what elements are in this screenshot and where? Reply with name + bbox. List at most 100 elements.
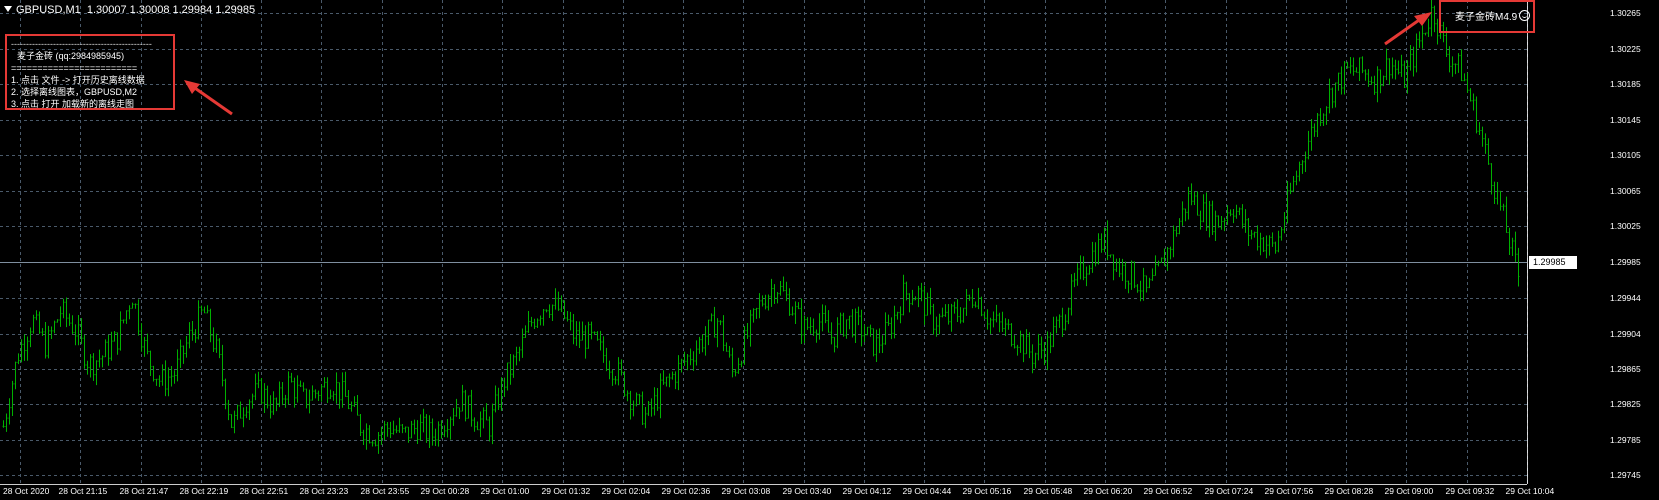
- price-bar: [1181, 201, 1184, 226]
- price-bar: [422, 408, 425, 433]
- price-bar: [458, 407, 461, 420]
- price-bar: [350, 401, 353, 412]
- price-bar: [503, 377, 506, 397]
- price-bar: [1355, 67, 1358, 73]
- price-bar: [1304, 151, 1307, 173]
- price-bar: [1478, 122, 1481, 135]
- price-bar: [722, 315, 725, 352]
- price-bar: [314, 389, 317, 399]
- price-bar: [1337, 72, 1340, 91]
- info-step: 3. 点击 打开 加载新的离线走图: [11, 99, 135, 109]
- price-bar: [1133, 261, 1136, 289]
- price-bar: [800, 298, 803, 345]
- price-bar: [902, 274, 905, 316]
- price-bar: [707, 319, 710, 346]
- price-bar: [950, 303, 953, 332]
- price-bar: [221, 344, 224, 387]
- price-bar: [983, 311, 986, 319]
- price-bar: [1454, 63, 1457, 75]
- price-bar: [761, 295, 764, 307]
- price-bar: [47, 325, 50, 359]
- price-bar: [1097, 233, 1100, 265]
- price-bar: [1055, 316, 1058, 334]
- price-bar: [1310, 119, 1313, 151]
- price-bar: [1487, 138, 1490, 165]
- price-bar: [1493, 181, 1496, 204]
- price-bar: [824, 305, 827, 324]
- price-bar: [1271, 232, 1274, 247]
- price-bar: [1415, 33, 1418, 73]
- chevron-down-icon[interactable]: [4, 6, 12, 12]
- price-bar: [404, 426, 407, 433]
- price-bar: [1130, 260, 1133, 290]
- price-bar: [713, 306, 716, 338]
- price-bar: [410, 420, 413, 439]
- price-bar: [1073, 272, 1076, 288]
- time-tick-label: 28 Oct 21:15: [58, 486, 108, 496]
- price-bar: [440, 420, 443, 439]
- price-bar: [11, 380, 14, 417]
- time-tick-label: 29 Oct 07:56: [1264, 486, 1314, 496]
- price-bar: [1514, 231, 1517, 262]
- price-bar: [833, 336, 836, 353]
- info-step: 1. 点击 文件 -> 打开历史离线数据: [11, 75, 145, 85]
- price-bar: [1397, 60, 1400, 75]
- price-bar: [1031, 344, 1034, 374]
- time-tick-label: 29 Oct 06:52: [1143, 486, 1193, 496]
- price-bar: [1364, 69, 1367, 81]
- price-bar: [878, 328, 881, 354]
- price-bar: [248, 399, 251, 420]
- price-tick-label: 1.30145: [1610, 114, 1641, 125]
- price-bar: [1427, 18, 1430, 38]
- info-separator: ========================: [11, 63, 138, 73]
- price-bar: [536, 318, 539, 328]
- price-bar: [617, 357, 620, 386]
- price-bar: [371, 441, 374, 447]
- price-bar: [629, 390, 632, 420]
- price-bar: [488, 416, 491, 442]
- price-bar: [1457, 53, 1460, 73]
- price-bar: [218, 338, 221, 359]
- price-bar: [59, 306, 62, 327]
- price-bar: [293, 377, 296, 408]
- price-bar: [146, 333, 149, 355]
- price-bar: [797, 302, 800, 310]
- price-bar: [989, 317, 992, 334]
- price-bar: [650, 398, 653, 417]
- price-bar: [1373, 75, 1376, 95]
- price-tick-label: 1.30265: [1610, 7, 1641, 18]
- price-bar: [1148, 277, 1151, 289]
- price-bar: [719, 320, 722, 326]
- price-bar: [1262, 236, 1265, 253]
- price-bar: [860, 309, 863, 347]
- price-bar: [1451, 56, 1454, 77]
- price-bar: [233, 410, 236, 434]
- price-bar: [443, 425, 446, 438]
- price-bar: [1004, 318, 1007, 336]
- price-bar: [53, 320, 56, 334]
- price-tick-label: 1.29785: [1610, 434, 1641, 445]
- price-bar: [614, 375, 617, 385]
- price-bar: [836, 317, 839, 349]
- price-bar: [95, 360, 98, 386]
- price-bar: [656, 387, 659, 411]
- price-bar: [494, 385, 497, 413]
- price-bar: [506, 362, 509, 391]
- indicator-badge[interactable]: 麦子金砖M4.9: [1439, 0, 1535, 33]
- price-bar: [284, 394, 287, 408]
- price-bar: [185, 336, 188, 358]
- price-bar: [986, 309, 989, 330]
- price-bar: [779, 280, 782, 296]
- price-bar: [1472, 93, 1475, 111]
- price-bar: [50, 326, 53, 339]
- price-bar: [665, 376, 668, 387]
- price-bar: [1409, 45, 1412, 71]
- price-bar: [419, 414, 422, 441]
- chart-canvas[interactable]: [0, 0, 1659, 500]
- price-bar: [1433, 5, 1436, 33]
- price-bar: [674, 371, 677, 390]
- price-bar: [668, 373, 671, 388]
- price-bar: [1169, 246, 1172, 260]
- price-bar: [290, 372, 293, 383]
- price-bar: [1208, 200, 1211, 238]
